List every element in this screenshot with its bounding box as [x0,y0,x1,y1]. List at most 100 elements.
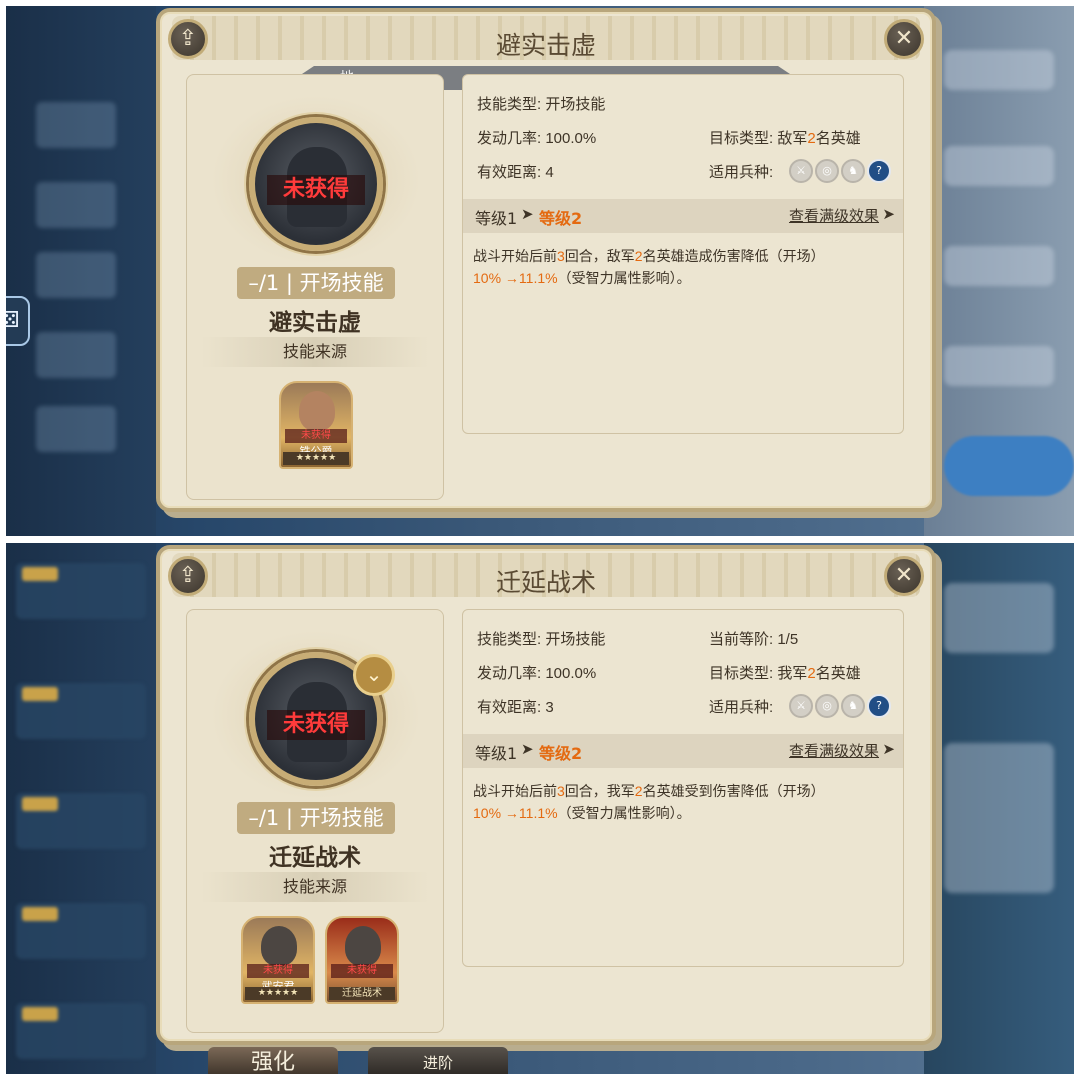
hero-unobtained-flag: 未获得 [285,429,347,443]
target-icon[interactable]: ◎ [815,694,839,718]
grade-value: 1/5 [777,631,799,648]
hero-stars: ★★★★★ [245,987,311,1000]
dice-icon[interactable]: ⚄ [6,296,30,346]
range-value: 4 [545,164,554,181]
sword-icon[interactable]: ⚔ [789,159,813,183]
panel-header: ⇪ 迁延战术 ✕ [168,553,924,597]
view-full-level-link[interactable]: 查看满级效果 [789,740,879,761]
unobtained-label: 未获得 [267,710,365,740]
target-label: 目标类型: [709,130,774,147]
skill-info-card: 技能类型: 开场技能 发动几率: 100.0% 目标类型: 敌军2名英雄 有效距… [462,74,904,434]
skill-source-label: 技能来源 [201,337,429,367]
question-icon[interactable]: ? [867,159,891,183]
skill-screen-bottom: ⇪ 迁延战术 ✕ 未获得 ⌄ –/1 | 开场技能 迁延战术 技能来源 未获得 … [6,543,1074,1074]
desc-line-1: 战斗开始后前3回合，我军2名英雄受到伤害降低（开场） [473,780,889,802]
skill-book-portrait [345,926,381,966]
rate-value: 100.0% [545,665,597,682]
hero-unobtained-flag: 未获得 [247,964,309,978]
hero-list-item[interactable] [16,903,146,959]
rate-row: 发动几率: 100.0% [477,662,596,683]
panel-title: 避实击虚 [495,32,596,60]
skill-summary-card: 未获得 –/1 | 开场技能 避实击虚 技能来源 未获得 铁公爵 ★★★★★ [186,74,444,500]
skill-type-value: 开场技能 [545,96,606,113]
list-tag [22,567,58,581]
desc-number: 3 [557,783,565,799]
desc-text: （受智力属性影响）。 [557,270,691,286]
list-tag [22,907,58,921]
troops-row: 适用兵种: [709,161,773,182]
arrow-right-icon: ➤ [882,740,895,758]
list-tag [22,1007,58,1021]
target-icon[interactable]: ◎ [815,159,839,183]
desc-line-2: 10% →11.1%（受智力属性影响）。 [473,267,889,289]
right-blur-block [944,583,1054,653]
hero-portrait [261,926,297,966]
arrow-right-icon: ➤ [521,205,534,223]
blurred-sidebar [6,6,156,536]
troops-label: 适用兵种: [709,699,774,716]
desc-text: 战斗开始后前 [473,783,557,799]
level-to: 等级2 [539,209,583,228]
sidebar-blur-block [36,102,116,148]
blurred-hero-list [6,543,156,1074]
close-button[interactable]: ✕ [884,556,924,596]
strengthen-tab[interactable]: 强化 [208,1047,338,1074]
desc-text: 战斗开始后前 [473,248,557,264]
advance-tab[interactable]: 进阶 [368,1047,508,1074]
skill-emblem: 未获得 [249,117,383,251]
desc-line-1: 战斗开始后前3回合，敌军2名英雄造成伤害降低（开场） [473,245,889,267]
hero-list-item[interactable] [16,563,146,619]
skill-type-row: 技能类型: 开场技能 [477,93,605,114]
skill-book-card[interactable]: 未获得 迁延战术 [325,916,399,1004]
hero-card[interactable]: 未获得 铁公爵 ★★★★★ [279,381,353,469]
close-button[interactable]: ✕ [884,19,924,59]
chevron-down-icon[interactable]: ⌄ [353,654,395,696]
view-full-level-link[interactable]: 查看满级效果 [789,205,879,226]
rate-row: 发动几率: 100.0% [477,127,596,148]
right-blur-block [944,50,1054,90]
hero-list-item[interactable] [16,1003,146,1059]
skill-type-value: 开场技能 [545,631,606,648]
skill-book-unobtained-flag: 未获得 [331,964,393,978]
rate-value: 100.0% [545,130,597,147]
troops-label: 适用兵种: [709,164,774,181]
blurred-action-button[interactable] [944,436,1074,496]
range-row: 有效距离: 4 [477,161,554,182]
skill-book-name: 迁延战术 [329,987,395,1000]
desc-text: （受智力属性影响）。 [557,805,691,821]
horse-icon[interactable]: ♞ [841,694,865,718]
level-from: 等级1 [475,744,518,763]
target-side: 敌军 [777,130,808,147]
range-value: 3 [545,699,554,716]
skill-summary-card: 未获得 ⌄ –/1 | 开场技能 迁延战术 技能来源 未获得 武安君 ★★★★★… [186,609,444,1033]
grade-row: 当前等阶: 1/5 [709,628,798,649]
skill-detail-panel: ⇪ 迁延战术 ✕ 未获得 ⌄ –/1 | 开场技能 迁延战术 技能来源 未获得 … [156,545,936,1045]
right-blur-block [944,346,1054,386]
target-suffix: 名英雄 [815,130,861,147]
hero-card[interactable]: 未获得 武安君 ★★★★★ [241,916,315,1004]
desc-number: 2 [634,783,643,799]
question-icon[interactable]: ? [867,694,891,718]
desc-text: 回合，我军 [564,783,635,799]
hero-list-item[interactable] [16,683,146,739]
horse-icon[interactable]: ♞ [841,159,865,183]
close-icon: ✕ [894,563,914,588]
arrow-right-icon: ➤ [882,205,895,223]
skill-screen-top: ⚄ ⇪ 避实击虚 ✕ 地。 未获得 –/1 | 开场技能 避实击虚 技能来源 未… [6,6,1074,536]
desc-text: 回合，敌军 [564,248,635,264]
target-label: 目标类型: [709,665,774,682]
troop-icons: ⚔ ◎ ♞ ? [789,159,893,185]
panel-title: 迁延战术 [495,569,596,597]
sword-icon[interactable]: ⚔ [789,694,813,718]
sidebar-blur-block [36,332,116,378]
skill-name: 迁延战术 [269,844,361,870]
desc-number: 3 [557,248,565,264]
level-from: 等级1 [475,209,518,228]
desc-line-2: 10% →11.1%（受智力属性影响）。 [473,802,889,824]
skill-source-label: 技能来源 [201,872,429,902]
hero-list-item[interactable] [16,793,146,849]
skill-level-tag: –/1 | 开场技能 [237,267,395,299]
skill-name: 避实击虚 [269,309,361,335]
desc-text: 名英雄造成伤害降低（开场） [642,248,825,264]
right-blur-block [944,146,1054,186]
